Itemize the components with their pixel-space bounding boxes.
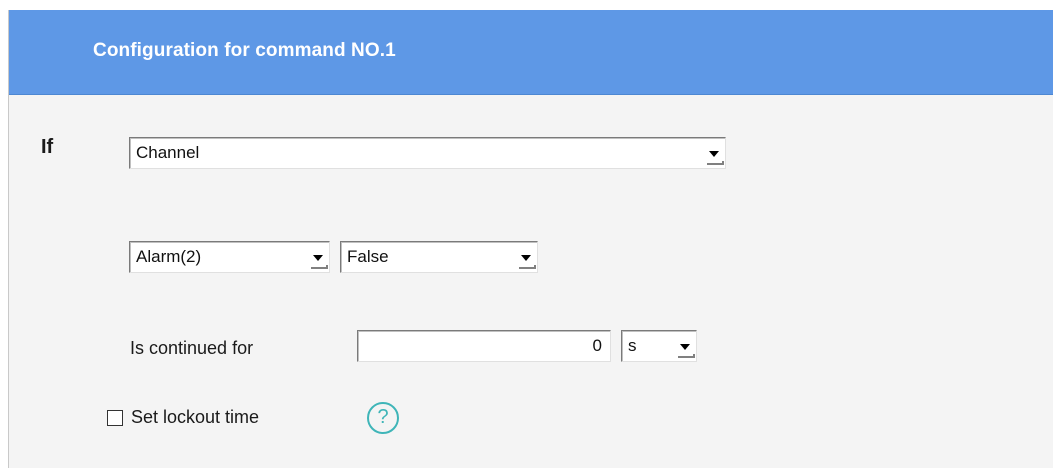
channel-select-value: Channel xyxy=(136,143,200,162)
channel-select[interactable]: Channel xyxy=(129,137,726,169)
if-label: If xyxy=(41,136,54,158)
lockout-checkbox[interactable] xyxy=(107,410,123,426)
state-select-value: False xyxy=(347,247,389,266)
duration-unit-select[interactable]: s xyxy=(621,330,697,362)
duration-label: Is continued for xyxy=(130,338,254,358)
chevron-down-icon[interactable] xyxy=(675,332,695,360)
panel-header: Configuration for command NO.1 xyxy=(9,10,1053,95)
chevron-down-icon[interactable] xyxy=(704,139,724,167)
alarm-select-value: Alarm(2) xyxy=(136,247,202,266)
panel-title: Configuration for command NO.1 xyxy=(93,40,396,61)
question-circle-icon[interactable]: ? xyxy=(367,402,399,434)
chevron-down-icon[interactable] xyxy=(308,243,328,271)
alarm-select[interactable]: Alarm(2) xyxy=(129,241,330,273)
lockout-label: Set lockout time xyxy=(131,407,260,427)
duration-input[interactable] xyxy=(357,330,611,362)
chevron-down-icon[interactable] xyxy=(516,243,536,271)
state-select[interactable]: False xyxy=(340,241,538,273)
command-config-panel: Configuration for command NO.1 xyxy=(8,10,1053,468)
duration-unit-value: s xyxy=(628,336,637,355)
